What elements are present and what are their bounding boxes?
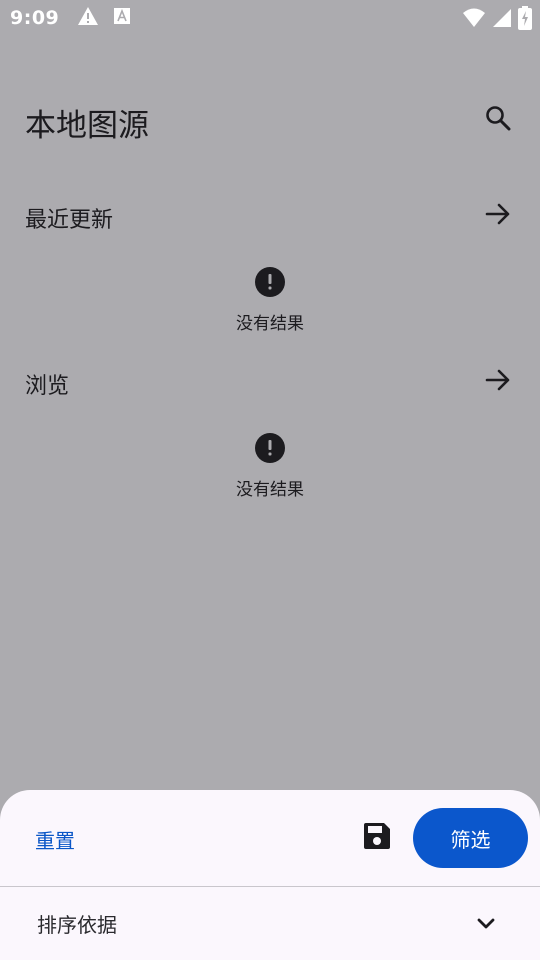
status-time: 9:09	[10, 7, 60, 29]
search-button[interactable]	[480, 102, 516, 138]
filter-bottom-sheet: 重置 筛选 排序依据	[0, 790, 540, 960]
arrow-right-icon	[484, 366, 512, 398]
signal-icon	[492, 7, 512, 33]
text-a-icon	[113, 7, 131, 29]
filter-button[interactable]: 筛选	[413, 808, 528, 868]
save-icon	[362, 821, 392, 855]
status-right-icons	[462, 6, 532, 34]
status-left-icons	[77, 6, 131, 30]
chevron-down-icon	[472, 909, 500, 937]
wifi-icon	[462, 7, 486, 33]
sort-by-label: 排序依据	[37, 913, 117, 937]
save-button[interactable]	[359, 820, 395, 856]
empty-text: 没有结果	[236, 314, 304, 334]
reset-button[interactable]: 重置	[35, 825, 75, 854]
empty-text: 没有结果	[236, 480, 304, 500]
alert-circle-icon	[255, 267, 285, 297]
warning-icon	[77, 6, 99, 30]
section-recent-updates[interactable]: 最近更新	[0, 192, 540, 242]
arrow-right-icon	[484, 200, 512, 232]
section-title: 浏览	[25, 374, 70, 399]
page-title: 本地图源	[25, 108, 149, 144]
battery-charging-icon	[518, 6, 532, 34]
filter-button-label: 筛选	[450, 827, 491, 852]
status-bar: 9:09	[0, 0, 540, 36]
search-icon	[484, 104, 512, 136]
arrow-right-button[interactable]	[480, 198, 516, 234]
sort-by-row[interactable]: 排序依据	[0, 887, 540, 960]
empty-state: 没有结果	[170, 433, 370, 503]
empty-state: 没有结果	[170, 267, 370, 337]
section-title: 最近更新	[25, 208, 114, 233]
alert-circle-icon	[255, 433, 285, 463]
arrow-right-button[interactable]	[480, 364, 516, 400]
section-browse[interactable]: 浏览	[0, 358, 540, 408]
